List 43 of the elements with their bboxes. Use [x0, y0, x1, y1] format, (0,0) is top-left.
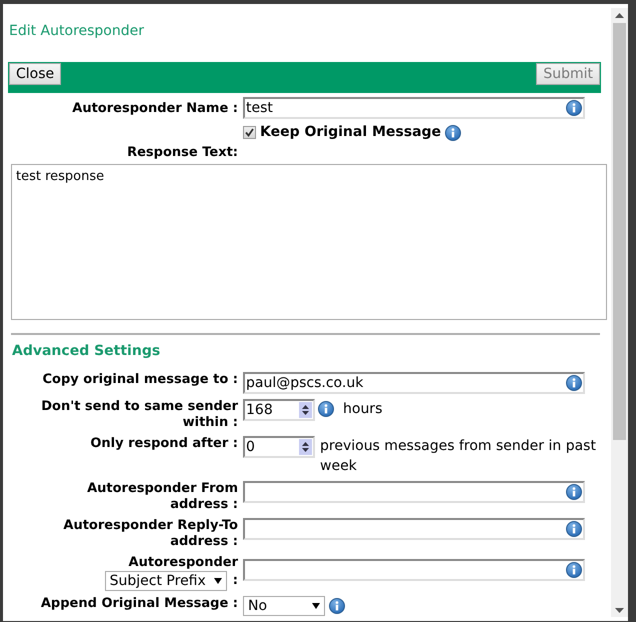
scrollbar-thumb[interactable]	[613, 23, 626, 440]
checkbox-label[interactable]: Keep Original Message	[260, 124, 442, 141]
field-label: Don't send to same sender within :	[40, 399, 239, 431]
field-label: Autoresponder	[128, 555, 238, 571]
dialog-title: Edit Autoresponder	[9, 22, 146, 40]
spinner-arrows-icon[interactable]	[299, 439, 312, 455]
text-field[interactable]	[243, 559, 585, 581]
spinner-arrows-icon[interactable]	[299, 402, 312, 418]
response-text-area[interactable]: test response	[11, 164, 607, 320]
text-field[interactable]: paul@pscs.co.uk	[243, 372, 585, 394]
field-label: Autoresponder Reply-To address :	[62, 518, 239, 550]
checkbox[interactable]	[243, 126, 256, 139]
field-label: Only respond after :	[89, 436, 239, 452]
field-label: Response Text:	[126, 144, 239, 161]
scroll-down-icon[interactable]	[615, 608, 624, 612]
close-button[interactable]: Close	[9, 63, 62, 85]
field-label: Append Original Message :	[40, 596, 239, 612]
field-label: Copy original message to :	[42, 372, 239, 388]
dropdown[interactable]: No	[243, 596, 325, 616]
unit-text: hours	[343, 400, 384, 419]
info-icon[interactable]	[566, 562, 582, 578]
info-icon[interactable]	[566, 375, 582, 391]
field-label: :	[232, 573, 238, 589]
dropdown[interactable]: Subject Prefix	[104, 571, 227, 591]
section-heading: Advanced Settings	[12, 343, 162, 359]
unit-text: previous messages from sender in past week	[320, 437, 597, 476]
info-icon[interactable]	[329, 598, 345, 614]
info-icon[interactable]	[318, 401, 334, 417]
number-field[interactable]: 168	[243, 399, 315, 421]
text-field[interactable]	[243, 481, 585, 503]
caret-icon	[312, 603, 320, 609]
info-icon[interactable]	[566, 484, 582, 500]
info-icon[interactable]	[566, 100, 582, 116]
field-label: Autoresponder Name :	[71, 100, 239, 117]
number-field[interactable]: 0	[243, 436, 315, 458]
caret-icon	[214, 578, 222, 584]
text-field[interactable]	[243, 518, 585, 540]
info-icon[interactable]	[566, 521, 582, 537]
text-field[interactable]: test	[243, 97, 585, 119]
scroll-up-icon[interactable]	[615, 12, 624, 18]
scrollbar[interactable]	[611, 8, 628, 617]
info-icon[interactable]	[445, 124, 462, 140]
field-label: Autoresponder From address :	[86, 481, 239, 513]
